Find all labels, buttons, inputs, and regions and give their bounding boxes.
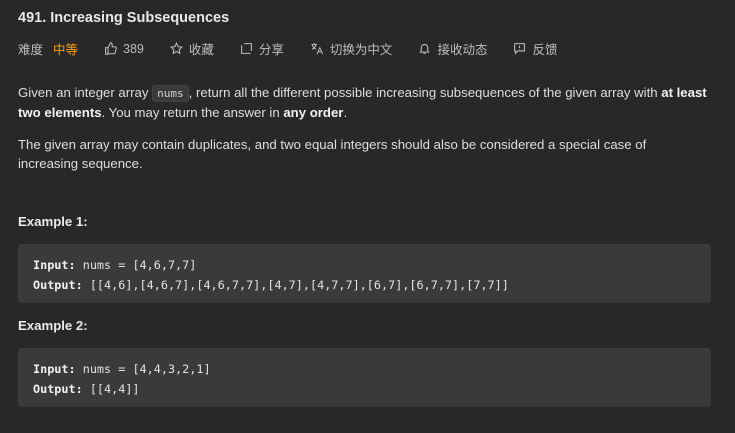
example-1-code-block: Input: nums = [4,6,7,7] Output: [[4,6],[… — [18, 244, 711, 303]
share-icon — [241, 43, 252, 54]
example-2-title: Example 2: — [18, 318, 88, 333]
translate-label: 切换为中文 — [329, 43, 393, 57]
translate-button[interactable]: 切换为中文 — [310, 39, 393, 58]
like-button[interactable]: 389 — [104, 42, 144, 56]
translate-icon — [311, 42, 324, 55]
favorite-label: 收藏 — [188, 43, 214, 57]
description-paragraph-2: The given array may contain duplicates, … — [18, 137, 647, 171]
problem-description: Given an integer array nums, return all … — [18, 83, 708, 186]
inline-code: nums — [152, 85, 189, 102]
favorite-button[interactable]: 收藏 — [169, 39, 214, 58]
difficulty-label: 难度 — [18, 43, 44, 57]
like-count: 389 — [123, 41, 144, 56]
example-2-input: Input: nums = [4,4,3,2,1] — [33, 362, 211, 376]
feedback-button[interactable]: 反馈 — [513, 39, 557, 58]
bell-icon — [419, 43, 430, 54]
emphasis-text: any order — [283, 105, 344, 120]
example-1-input: Input: nums = [4,6,7,7] — [33, 258, 197, 272]
description-paragraph-1: Given an integer array nums, return all … — [18, 85, 707, 120]
problem-title: 491. Increasing Subsequences — [18, 10, 230, 26]
share-label: 分享 — [258, 43, 284, 57]
feedback-icon — [514, 43, 526, 55]
example-2-code-block: Input: nums = [4,4,3,2,1] Output: [[4,4]… — [18, 348, 711, 407]
feedback-label: 反馈 — [532, 43, 558, 57]
subscribe-label: 接收动态 — [437, 43, 488, 57]
example-1-title: Example 1: — [18, 214, 88, 229]
thumbs-up-icon — [105, 42, 117, 55]
problem-page: 491. Increasing Subsequences 难度 中等 389 收… — [0, 0, 735, 433]
difficulty-badge: 中等 — [53, 43, 79, 57]
share-button[interactable]: 分享 — [240, 39, 284, 58]
star-icon — [169, 42, 183, 55]
example-1-output: Output: [[4,6],[4,6,7],[4,6,7,7],[4,7],[… — [33, 278, 509, 292]
subscribe-button[interactable]: 接收动态 — [418, 39, 487, 58]
problem-meta-bar: 难度 中等 389 收藏 分享 切换为中文 接收动态 反馈 — [18, 39, 583, 58]
example-2-output: Output: [[4,4]] — [33, 382, 140, 396]
